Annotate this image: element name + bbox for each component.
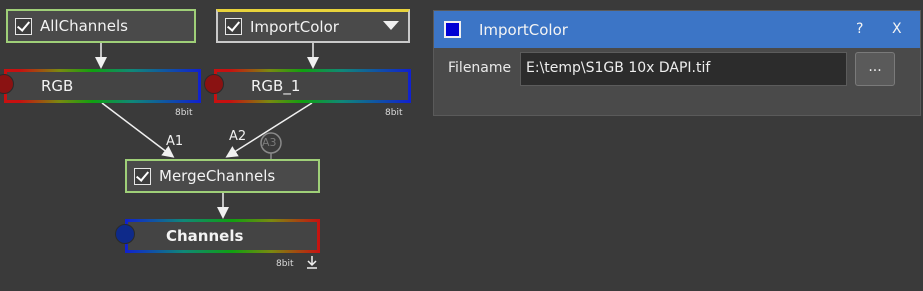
node-label: ImportColor: [250, 17, 339, 36]
node-mergechannels[interactable]: MergeChannels: [125, 159, 320, 193]
color-knob-icon: [0, 74, 14, 94]
port-a2-label[interactable]: A2: [229, 129, 246, 144]
checkbox-checked-icon[interactable]: [134, 167, 151, 185]
checkbox-checked-icon[interactable]: [225, 18, 242, 35]
node-label: AllChannels: [40, 17, 128, 35]
filename-row: Filename E:\temp\S1GB 10x DAPI.tif ...: [434, 52, 920, 86]
wire-rgb-merge: [101, 102, 175, 158]
color-knob-icon: [204, 74, 224, 94]
panel-titlebar[interactable]: ImportColor ? X: [434, 11, 920, 48]
checkbox-checked-icon[interactable]: [15, 17, 32, 35]
node-label: RGB: [41, 77, 74, 95]
node-graph[interactable]: AllChannels ImportColor RGB 8bit RGB_1 8…: [0, 0, 430, 291]
node-rgb[interactable]: RGB: [0, 69, 201, 103]
panel-title: ImportColor: [479, 20, 568, 39]
bit-depth-label: 8bit: [175, 108, 193, 118]
node-label: Channels: [166, 227, 244, 245]
download-icon[interactable]: [306, 255, 318, 269]
node-label: MergeChannels: [159, 167, 276, 185]
node-allchannels[interactable]: AllChannels: [6, 9, 196, 43]
node-rgb-1[interactable]: RGB_1: [204, 69, 411, 103]
color-knob-icon: [115, 224, 135, 244]
close-button[interactable]: X: [892, 21, 902, 37]
filename-field[interactable]: E:\temp\S1GB 10x DAPI.tif: [520, 52, 847, 86]
importcolor-properties-panel: ImportColor ? X Filename E:\temp\S1GB 10…: [433, 10, 921, 116]
node-label: RGB_1: [251, 77, 301, 95]
node-channels[interactable]: Channels: [115, 219, 320, 253]
node-importcolor[interactable]: ImportColor: [216, 9, 410, 43]
help-button[interactable]: ?: [856, 21, 863, 37]
dropdown-arrow-icon[interactable]: [383, 21, 399, 30]
browse-button[interactable]: ...: [855, 52, 895, 86]
bit-depth-label: 8bit: [276, 259, 294, 269]
port-a3-label[interactable]: A3: [262, 136, 277, 149]
filename-label: Filename: [448, 60, 512, 76]
port-a1-label[interactable]: A1: [166, 134, 183, 149]
color-swatch: [444, 21, 461, 38]
bit-depth-label: 8bit: [385, 108, 403, 118]
